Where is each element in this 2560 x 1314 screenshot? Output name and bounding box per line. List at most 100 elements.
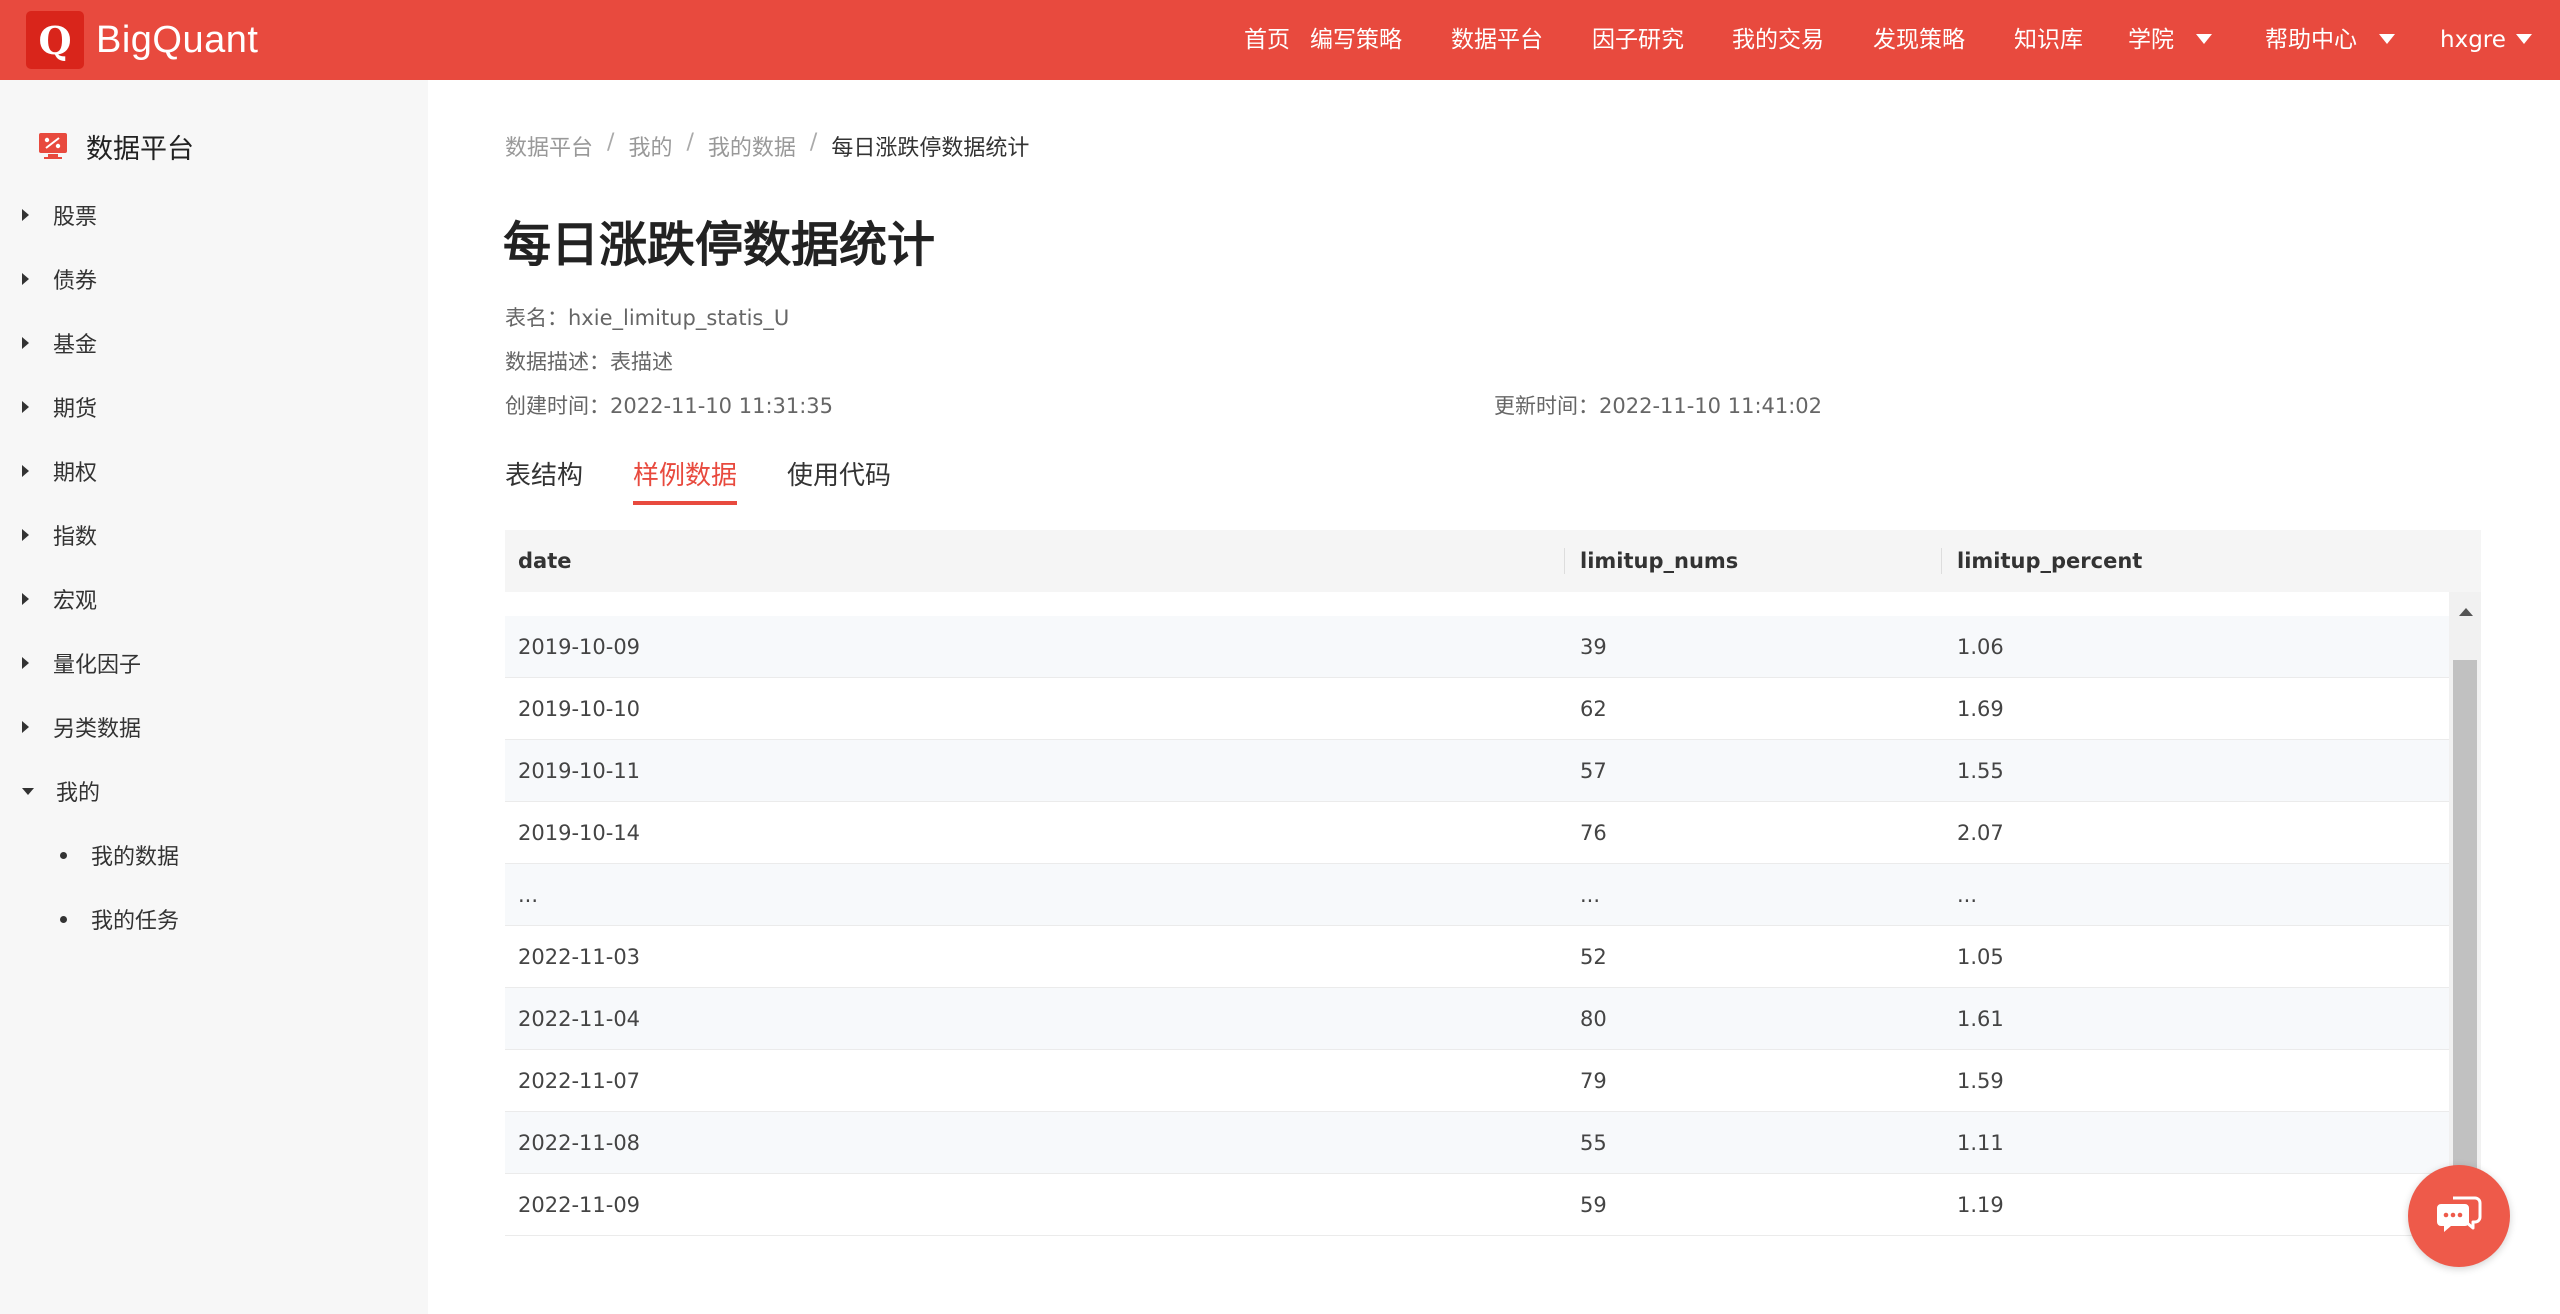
caret-right-icon [22, 657, 29, 669]
created-time-info: 创建时间：2022-11-10 11:31:35 [505, 390, 833, 420]
sidebar-subitem-my-tasks[interactable]: 我的任务 [60, 899, 179, 939]
sidebar-subitem-label: 我的数据 [91, 845, 180, 870]
username: hxgre [2440, 27, 2506, 53]
brand-name: BigQuant [96, 18, 259, 61]
table-header: date limitup_nums limitup_percent [505, 530, 2481, 592]
page-title: 每日涨跌停数据统计 [503, 217, 936, 273]
breadcrumb-data-platform[interactable]: 数据平台 [505, 130, 593, 162]
table-row: 2019-10-11 57 1.55 [505, 740, 2449, 802]
sidebar-item-futures[interactable]: 期货 [22, 387, 97, 427]
description-label: 数据描述： [505, 350, 610, 374]
table-name-info: 表名：hxie_limitup_statis_U [505, 302, 789, 332]
monitor-icon [38, 132, 68, 160]
sidebar-item-label: 指数 [53, 525, 98, 550]
cell-limitup-nums: 62 [1580, 697, 1607, 721]
cell-date: 2019-10-09 [518, 635, 641, 659]
sidebar-subitem-my-data[interactable]: 我的数据 [60, 835, 179, 875]
caret-right-icon [22, 529, 29, 541]
tab-sample-data[interactable]: 样例数据 [633, 455, 738, 505]
caret-right-icon [22, 273, 29, 285]
cell-date: 2019-10-10 [518, 697, 641, 721]
cell-date: 2022-11-04 [518, 1007, 641, 1031]
cell-limitup-percent: ... [1957, 883, 1978, 907]
cell-limitup-percent: 1.55 [1957, 759, 2004, 783]
sidebar-item-options[interactable]: 期权 [22, 451, 97, 491]
nav-my-trading[interactable]: 我的交易 [1732, 0, 1824, 80]
sidebar-item-macro[interactable]: 宏观 [22, 579, 97, 619]
cell-date: 2022-11-09 [518, 1193, 641, 1217]
cell-date: 2022-11-07 [518, 1069, 641, 1093]
sidebar-subitem-label: 我的任务 [91, 909, 180, 934]
updated-time-label: 更新时间： [1494, 394, 1599, 418]
cell-limitup-nums: 79 [1580, 1069, 1607, 1093]
breadcrumb-mine[interactable]: 我的 [628, 130, 672, 162]
nav-write-strategy[interactable]: 编写策略 [1310, 0, 1402, 80]
table-scrollbar[interactable] [2449, 592, 2481, 1202]
cell-limitup-nums: 52 [1580, 945, 1607, 969]
nav-data-platform[interactable]: 数据平台 [1451, 0, 1543, 80]
caret-right-icon [22, 465, 29, 477]
nav-academy[interactable]: 学院 [2128, 0, 2212, 80]
sidebar-item-label: 我的 [56, 781, 101, 806]
nav-home[interactable]: 首页 [1244, 0, 1290, 80]
tab-usage-code[interactable]: 使用代码 [787, 455, 891, 492]
caret-right-icon [22, 721, 29, 733]
sidebar-title: 数据平台 [86, 133, 194, 165]
nav-help-label: 帮助中心 [2265, 27, 2357, 53]
sidebar-item-funds[interactable]: 基金 [22, 323, 97, 363]
table-row: 2022-11-07 79 1.59 [505, 1050, 2449, 1112]
caret-right-icon [22, 337, 29, 349]
tab-table-structure[interactable]: 表结构 [505, 455, 583, 492]
cell-date: 2019-10-14 [518, 821, 641, 845]
column-divider [1564, 548, 1565, 574]
column-header-limitup-nums: limitup_nums [1580, 549, 1739, 573]
breadcrumb-current: 每日涨跌停数据统计 [831, 136, 1030, 161]
nav-help-center[interactable]: 帮助中心 [2265, 0, 2395, 80]
sidebar-item-stocks[interactable]: 股票 [22, 195, 97, 235]
sidebar-item-label: 期权 [53, 461, 98, 486]
sidebar-item-quant-factors[interactable]: 量化因子 [22, 643, 141, 683]
column-header-limitup-percent: limitup_percent [1957, 549, 2143, 573]
breadcrumb-my-data[interactable]: 我的数据 [708, 130, 796, 162]
nav-knowledge-base[interactable]: 知识库 [2014, 0, 2083, 80]
sidebar-item-alternative-data[interactable]: 另类数据 [22, 707, 141, 747]
cell-limitup-percent: 1.06 [1957, 635, 2004, 659]
cell-limitup-percent: 1.05 [1957, 945, 2004, 969]
cell-limitup-percent: 1.69 [1957, 697, 2004, 721]
sidebar-header: 数据平台 [38, 112, 194, 180]
column-header-date: date [518, 549, 572, 573]
nav-academy-label: 学院 [2128, 27, 2174, 53]
sample-data-table: date limitup_nums limitup_percent 2019-1… [505, 530, 2481, 1240]
column-divider [1941, 548, 1942, 574]
sidebar-item-indices[interactable]: 指数 [22, 515, 97, 555]
nav-discover-strategy[interactable]: 发现策略 [1873, 0, 1965, 80]
cell-limitup-nums: 55 [1580, 1131, 1607, 1155]
scroll-up-icon[interactable] [2459, 608, 2473, 616]
chat-button[interactable] [2408, 1165, 2510, 1267]
cell-limitup-percent: 1.61 [1957, 1007, 2004, 1031]
table-body: 2019-10-09 39 1.06 2019-10-10 62 1.69 20… [505, 592, 2449, 1260]
sidebar-item-label: 宏观 [53, 589, 98, 614]
tab-sample-data-label: 样例数据 [633, 461, 738, 491]
cell-limitup-nums: 76 [1580, 821, 1607, 845]
table-row: 2022-11-08 55 1.11 [505, 1112, 2449, 1174]
cell-date: ... [518, 883, 539, 907]
cell-date: 2022-11-08 [518, 1131, 641, 1155]
brand-logo[interactable]: Q BigQuant [26, 11, 259, 69]
table-row-ellipsis: ... ... ... [505, 864, 2449, 926]
caret-down-icon [22, 787, 34, 795]
table-row: 2019-10-10 62 1.69 [505, 678, 2449, 740]
cell-limitup-nums: 57 [1580, 759, 1607, 783]
cell-limitup-nums: ... [1580, 883, 1601, 907]
user-menu[interactable]: hxgre [2440, 0, 2532, 80]
sidebar-item-mine[interactable]: 我的 [22, 771, 100, 811]
bullet-icon [60, 915, 67, 923]
nav-factor-research[interactable]: 因子研究 [1592, 0, 1684, 80]
breadcrumb-separator: / [607, 130, 615, 155]
description-value: 表描述 [610, 350, 673, 374]
scroll-thumb[interactable] [2453, 660, 2477, 1202]
sidebar-item-bonds[interactable]: 债券 [22, 259, 97, 299]
chevron-down-icon [2515, 33, 2532, 44]
cell-limitup-percent: 1.11 [1957, 1131, 2004, 1155]
created-time-label: 创建时间： [505, 394, 610, 418]
